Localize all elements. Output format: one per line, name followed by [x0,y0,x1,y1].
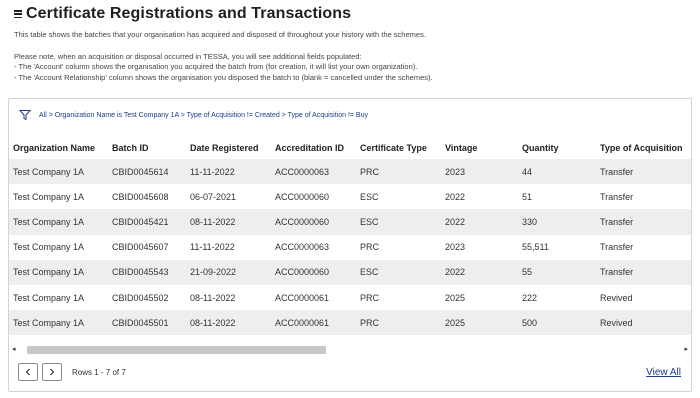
table-cell: 08-11-2022 [190,292,236,303]
table-cell: Transfer [596,159,691,185]
table-cell: Test Company 1A [9,159,108,185]
table-cell: ACC0000060 [271,259,356,285]
table-cell: 2025 [445,292,466,303]
table-cell: ACC0000061 [271,310,356,336]
table-panel: All > Organization Name is Test Company … [8,98,692,392]
table-cell: 2022 [445,191,466,202]
pagination: Rows 1 - 7 of 7 [18,363,126,381]
table-cell: ACC0000063 [271,159,356,185]
table-cell: 11-11-2022 [190,242,235,253]
table-cell: PRC [356,310,441,336]
note-line: - The 'Account Relationship' column show… [14,72,433,82]
column-header[interactable]: Type of Acquisition [596,137,691,159]
table-cell: 08-11-2022 [186,310,271,336]
table-row[interactable]: Test Company 1A CBID0045614 11-11-2022 A… [9,159,691,185]
table-cell: CBID0045501 [108,310,186,336]
table-cell: Revived [596,310,691,336]
table-cell: Test Company 1A [9,310,108,336]
next-page-button[interactable] [42,363,62,381]
column-header[interactable]: Organization Name [9,137,108,159]
column-header[interactable]: Certificate Type [356,137,441,159]
table-cell: 51 [522,191,533,202]
table-cell: PRC [360,292,380,303]
table-cell: ACC0000060 [271,209,356,235]
chevron-right-icon [50,368,55,376]
table-cell: 2022 [441,259,518,285]
table-cell: CBID0045614 [108,159,186,185]
table-cell: 222 [522,292,538,303]
table-cell: 08-11-2022 [186,209,271,235]
view-all-link[interactable]: View All [646,367,681,378]
table-cell: Test Company 1A [9,209,108,235]
table-cell: PRC [356,159,441,185]
table-cell: Transfer [600,191,634,202]
table-row[interactable]: Test Company 1A CBID0045607 11-11-2022 A… [9,235,691,260]
column-header[interactable]: Vintage [441,137,518,159]
table-cell: Test Company 1A [13,242,85,253]
filter-breadcrumb[interactable]: All > Organization Name is Test Company … [39,112,368,119]
table-cell: CBID0045608 [112,191,169,202]
previous-page-button[interactable] [18,363,38,381]
table-cell: Transfer [600,242,634,253]
table-cell: CBID0045607 [112,242,169,253]
column-header[interactable]: Quantity [518,137,596,159]
scroll-right-arrow[interactable]: ▸ [684,346,688,354]
table-cell: 55,511 [522,242,549,253]
menu-icon[interactable] [14,10,22,18]
table-cell: 2022 [441,209,518,235]
table-cell: Transfer [596,209,691,235]
table-cell: 21-09-2022 [186,259,271,285]
table-cell: ESC [356,259,441,285]
table-cell: 2025 [441,310,518,336]
scrollbar-thumb[interactable] [27,346,326,354]
table-row[interactable]: Test Company 1A CBID0045502 08-11-2022 A… [9,285,691,310]
table-cell: ESC [356,209,441,235]
table-cell: CBID0045543 [108,259,186,285]
page-description: This table shows the batches that your o… [14,30,426,39]
table-cell: PRC [360,242,380,253]
table-cell: ACC0000061 [275,292,330,303]
table-header-row: Organization Name Batch ID Date Register… [9,137,691,159]
table-row[interactable]: Test Company 1A CBID0045501 08-11-2022 A… [9,310,691,336]
note-line: Please note, when an acquisition or disp… [14,51,362,61]
column-header[interactable]: Accreditation ID [271,137,356,159]
note-line: - The 'Account' column shows the organis… [14,62,418,71]
table-cell: ACC0000060 [275,191,330,202]
table-row[interactable]: Test Company 1A CBID0045421 08-11-2022 A… [9,209,691,235]
filter-bar[interactable]: All > Organization Name is Test Company … [9,99,691,131]
table-cell: 55 [518,259,596,285]
table-row[interactable]: Test Company 1A CBID0045608 06-07-2021 A… [9,184,691,209]
table-cell: Test Company 1A [13,292,85,303]
table-cell: ESC [360,191,379,202]
table-cell: 500 [518,310,596,336]
table-cell: Test Company 1A [9,259,108,285]
data-table-container: Organization Name Batch ID Date Register… [9,137,691,343]
table-row[interactable]: Test Company 1A CBID0045543 21-09-2022 A… [9,259,691,285]
table-cell: 2023 [441,159,518,185]
column-header[interactable]: Date Registered [186,137,271,159]
registrations-table: Organization Name Batch ID Date Register… [9,137,691,336]
scroll-left-arrow[interactable]: ◂ [12,346,16,354]
column-header[interactable]: Batch ID [108,137,186,159]
table-cell: Transfer [596,259,691,285]
table-cell: CBID0045421 [108,209,186,235]
table-cell: 2023 [445,242,466,253]
table-cell: Revived [600,292,633,303]
page-title: Certificate Registrations and Transactio… [26,5,352,22]
table-cell: ACC0000063 [275,242,330,253]
rows-count: Rows 1 - 7 of 7 [72,367,126,377]
horizontal-scrollbar[interactable]: ◂ ▸ [9,345,691,355]
table-cell: 44 [518,159,596,185]
table-cell: 11-11-2022 [186,159,271,185]
table-cell: Test Company 1A [13,191,85,202]
filter-icon[interactable] [19,109,31,121]
table-cell: CBID0045502 [112,292,169,303]
chevron-left-icon [25,368,30,376]
table-cell: 06-07-2021 [190,191,237,202]
page-header: Certificate Registrations and Transactio… [14,4,692,83]
table-cell: 330 [518,209,596,235]
